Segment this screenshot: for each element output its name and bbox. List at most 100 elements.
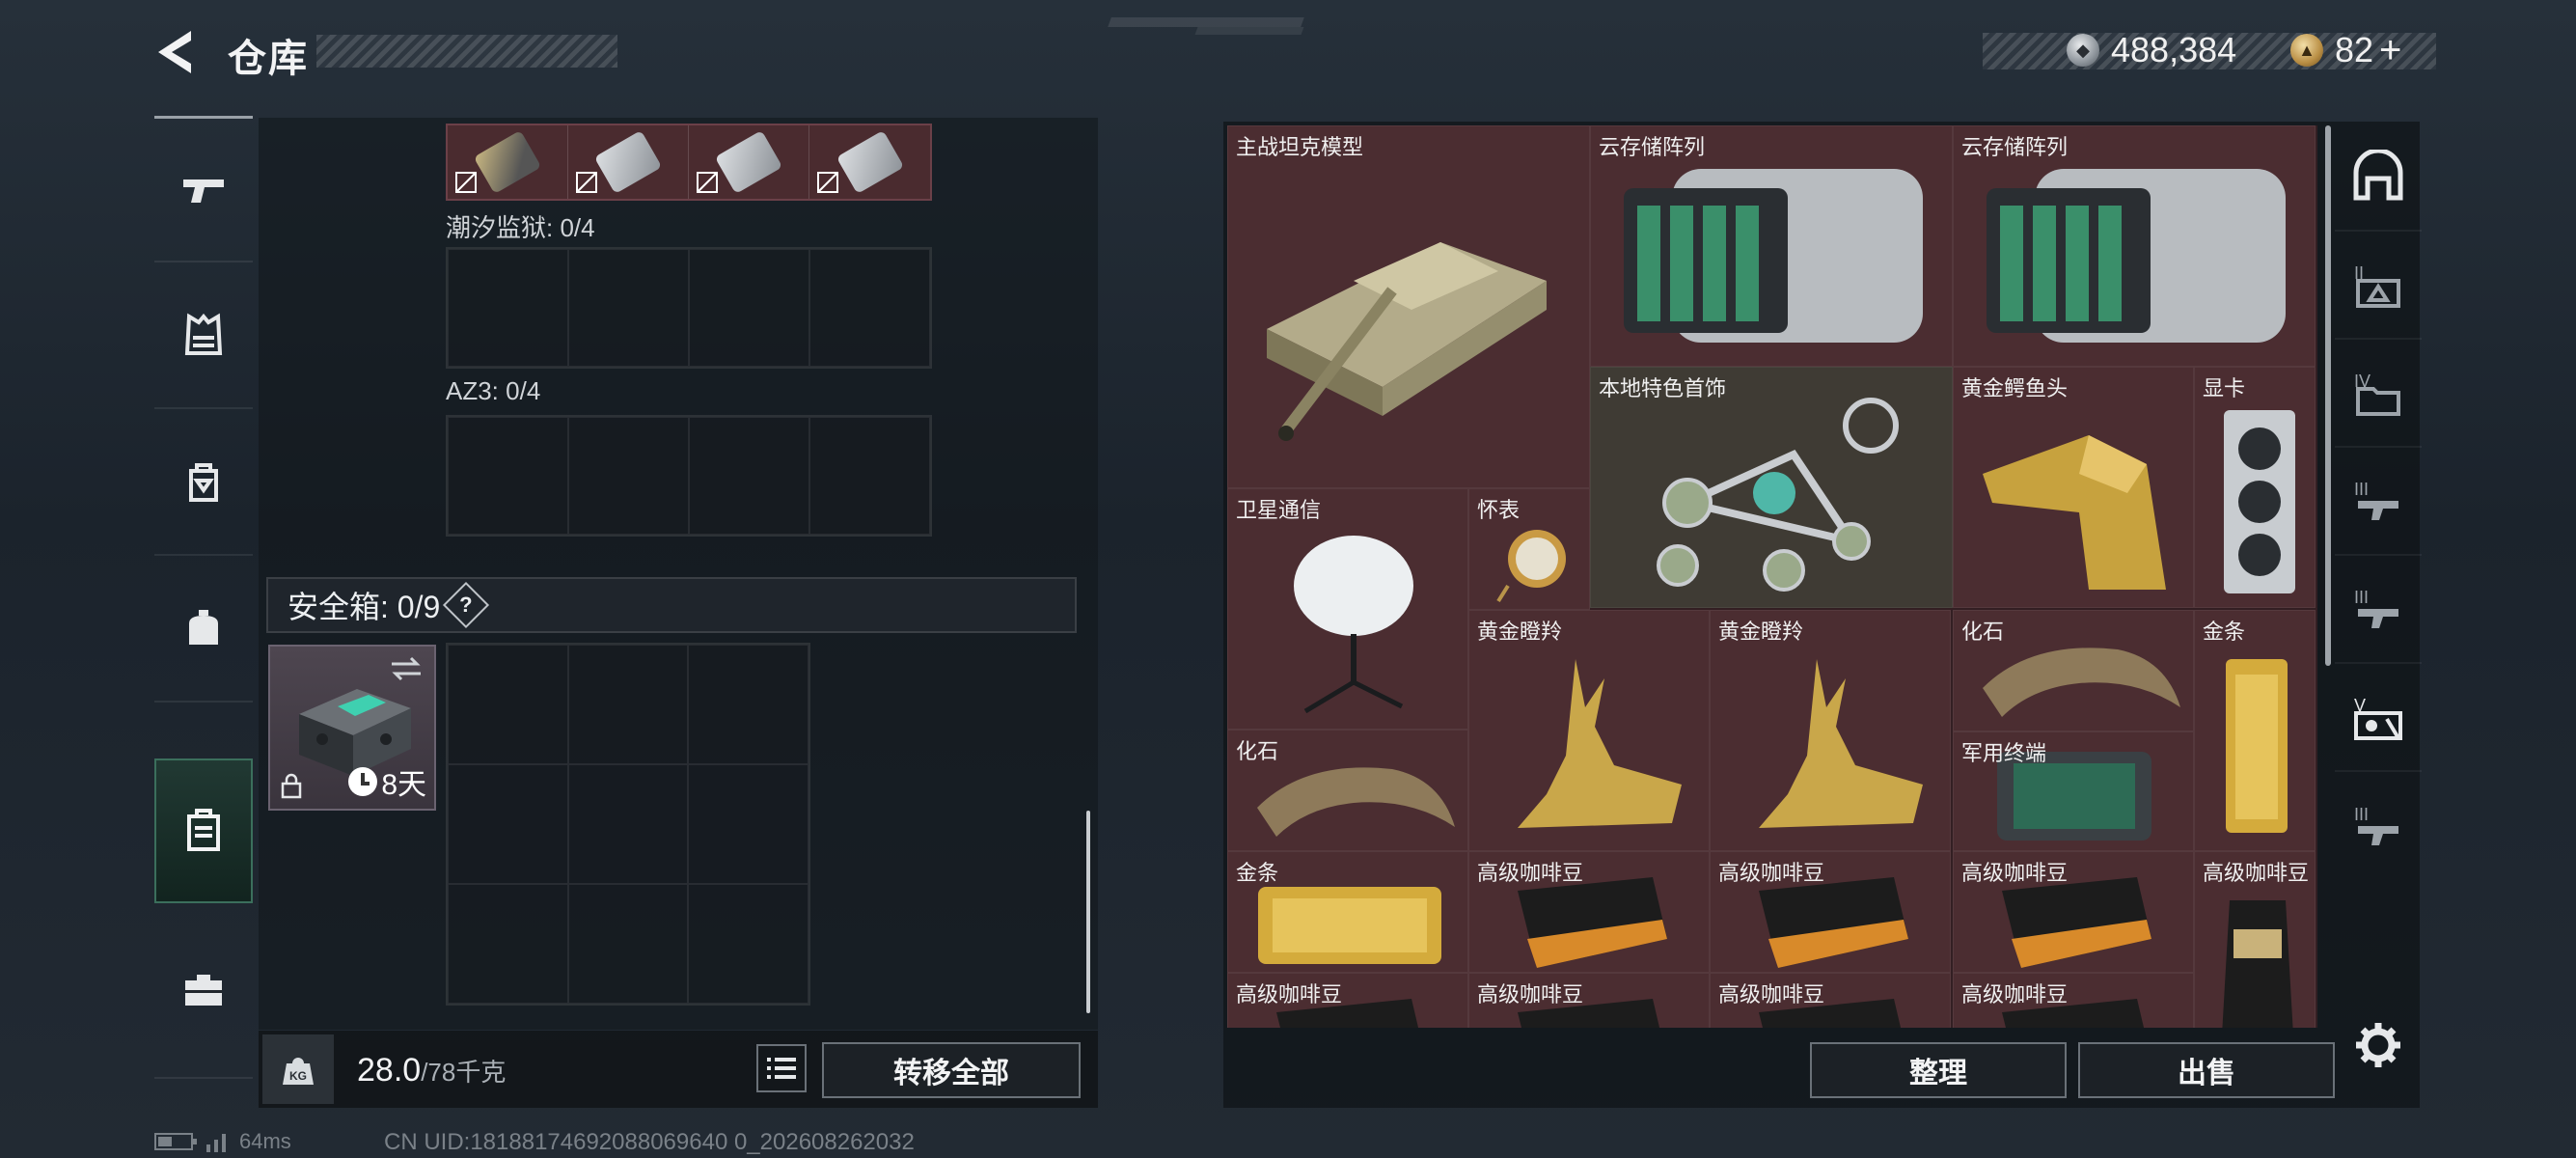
inventory-item-coffee[interactable]: 高级咖啡豆 (1468, 851, 1710, 973)
gold-currency[interactable]: ▲ 82 + (2290, 29, 2401, 71)
storage-tabs: II IV III III V III (2335, 125, 2422, 975)
back-button[interactable] (152, 27, 201, 77)
item-name: 黄金瞪羚 (1718, 620, 1804, 644)
help-icon: ? (459, 592, 474, 617)
inventory-item-jewelry[interactable]: 本地特色首饰 (1590, 367, 1953, 608)
weight-current: 28.0 (357, 1052, 422, 1089)
safebox-label: 安全箱: 0/9 (288, 590, 441, 624)
inventory-scrollbar[interactable] (2325, 125, 2331, 666)
nav-item-case[interactable] (154, 917, 253, 1062)
svg-text:III: III (2354, 805, 2369, 824)
nav-item-weapons[interactable] (154, 116, 253, 261)
gold-bar-icon (1258, 887, 1441, 964)
keycard-item[interactable] (568, 125, 689, 199)
transfer-all-button[interactable]: 转移全部 (822, 1042, 1081, 1098)
organize-button[interactable]: 整理 (1810, 1042, 2067, 1098)
inventory-item-fossil[interactable]: 化石 (1953, 610, 2194, 731)
tab-storage-4[interactable]: IV (2335, 342, 2422, 448)
status-bar: 64ms (154, 1129, 291, 1154)
container-grid[interactable] (446, 415, 932, 537)
inventory-item-gold-gazelle[interactable]: 黄金瞪羚 (1710, 610, 1951, 851)
swap-icon[interactable] (388, 654, 425, 683)
safebox-timer-text: 8天 (381, 769, 426, 801)
inventory-item-gpu[interactable]: 显卡 (2194, 367, 2316, 608)
inventory-item-storage-array[interactable]: 云存储阵列 (1953, 125, 2316, 367)
inventory-item-tank[interactable]: 主战坦克模型 (1227, 125, 1590, 488)
inventory-item-coffee[interactable]: 高级咖啡豆 (1710, 851, 1951, 973)
tab-storage-2[interactable]: II (2335, 234, 2422, 340)
back-arrow-icon (158, 31, 191, 73)
fossil-icon (1983, 648, 2180, 717)
storage-box-icon: II (2354, 263, 2400, 308)
item-name: 本地特色首饰 (1599, 376, 1727, 400)
safebox-header: 安全箱: 0/9 ? (266, 577, 1077, 633)
nav-item-backpack[interactable] (154, 409, 253, 554)
item-name: 显卡 (2203, 376, 2246, 400)
sell-button[interactable]: 出售 (2078, 1042, 2335, 1098)
item-name: 主战坦克模型 (1236, 135, 1364, 159)
inventory-item-coffee[interactable]: 高级咖啡豆 (1953, 973, 2194, 1028)
silver-currency: ◆ 488,384 (2067, 29, 2236, 71)
list-view-button[interactable] (756, 1044, 807, 1092)
item-name: 高级咖啡豆 (1718, 982, 1825, 1006)
item-name: 高级咖啡豆 (1961, 861, 2069, 885)
inventory-item-gold-croc[interactable]: 黄金鳄鱼头 (1953, 367, 2194, 608)
inventory-item-gold-bar[interactable]: 金条 (2194, 610, 2316, 851)
title-decoration (316, 35, 617, 68)
item-name: 云存储阵列 (1961, 135, 2069, 159)
inventory-item-military-terminal[interactable]: 军用终端 (1953, 731, 2194, 851)
fossil-icon (1257, 767, 1455, 837)
item-name: 怀表 (1477, 498, 1521, 522)
keycard-item[interactable] (809, 125, 930, 199)
item-name: 高级咖啡豆 (1477, 861, 1584, 885)
inventory-item-coffee[interactable]: 高级咖啡豆 (1468, 973, 1710, 1028)
gear-icon (2356, 1023, 2400, 1067)
safebox-item[interactable]: 8天 (268, 645, 436, 811)
list-icon (767, 1058, 796, 1079)
container-grid[interactable] (446, 247, 932, 369)
server-icon (1987, 169, 2286, 343)
uid-text: CN UID:18188174692088069640 0_2026082620… (384, 1129, 915, 1155)
add-currency-button[interactable]: + (2379, 29, 2401, 72)
inventory-item-satellite[interactable]: 卫星通信 (1227, 488, 1468, 730)
inventory-item-coffee[interactable]: 高级咖啡豆 (1710, 973, 1951, 1028)
nav-item-safebox[interactable] (154, 758, 253, 903)
container-label: AZ3: 0/4 (446, 376, 541, 405)
keycard-item[interactable] (689, 125, 809, 199)
tab-all[interactable] (2335, 125, 2422, 232)
item-name: 金条 (2203, 620, 2246, 644)
vest-icon (184, 313, 223, 355)
safebox-timer: 8天 (348, 760, 426, 803)
settings-button[interactable] (2354, 1021, 2402, 1069)
inventory-item-coffee[interactable]: 高级咖啡豆 (1227, 973, 1468, 1028)
battery-icon (154, 1133, 197, 1150)
safebox-grid[interactable] (446, 643, 810, 1006)
signal-icon (206, 1134, 226, 1152)
inventory-item-coffee[interactable]: 高级咖啡豆 (1953, 851, 2194, 973)
clock-icon (348, 767, 378, 796)
left-nav (154, 116, 253, 1081)
briefcase-icon (185, 975, 222, 1006)
inventory-item-coffee[interactable]: 高级咖啡豆 (2194, 851, 2316, 1028)
inventory-item-fossil[interactable]: 化石 (1227, 730, 1468, 851)
storage-scrollbar[interactable] (1086, 811, 1090, 1013)
help-button[interactable]: ? (443, 581, 490, 629)
tab-storage-5[interactable]: V (2335, 666, 2422, 772)
item-name: 高级咖啡豆 (1477, 982, 1584, 1006)
tab-storage-3b[interactable]: III (2335, 558, 2422, 664)
gold-coin-icon: ▲ (2290, 34, 2323, 67)
inventory-item-gold-bar[interactable]: 金条 (1227, 851, 1468, 973)
tab-storage-3a[interactable]: III (2335, 450, 2422, 556)
inventory-grid: 主战坦克模型 云存储阵列 云存储阵列 本地特色首饰 黄金鳄鱼头 显卡 卫星通信 … (1227, 125, 2317, 1028)
inventory-item-pocket-watch[interactable]: 怀表 (1468, 488, 1590, 610)
inventory-item-storage-array[interactable]: 云存储阵列 (1590, 125, 1953, 367)
keycard-item[interactable] (448, 125, 568, 199)
gold-croc-icon (1983, 435, 2166, 590)
weight-max: /78千克 (421, 1058, 507, 1087)
unlinked-icon (455, 172, 477, 193)
unlinked-icon (576, 172, 597, 193)
nav-item-pouch[interactable] (154, 556, 253, 701)
inventory-item-gold-gazelle[interactable]: 黄金瞪羚 (1468, 610, 1710, 851)
tab-storage-3c[interactable]: III (2335, 774, 2422, 880)
nav-item-armor[interactable] (154, 262, 253, 407)
